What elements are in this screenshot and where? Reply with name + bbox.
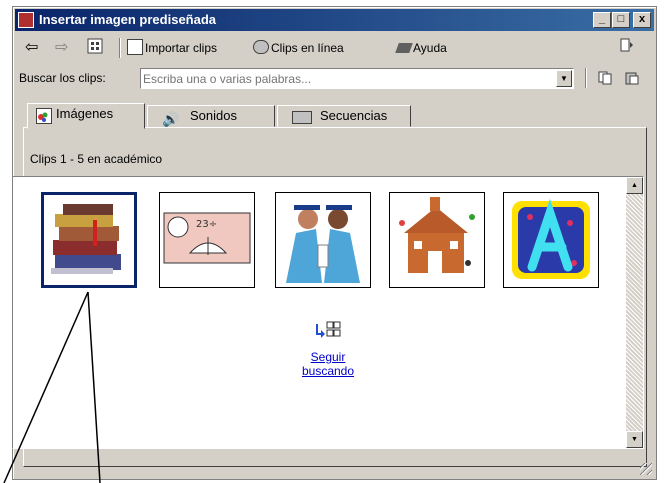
clip-thumbnail[interactable] <box>41 192 137 288</box>
online-clips-label: Clips en línea <box>271 41 344 55</box>
tab-label: Imágenes <box>56 106 114 121</box>
video-icon <box>292 111 312 124</box>
keep-searching-line2[interactable]: buscando <box>293 364 363 378</box>
all-categories-icon[interactable] <box>87 38 103 58</box>
paste-icon[interactable] <box>625 71 639 88</box>
import-clips-icon <box>127 39 143 55</box>
tab-imagenes[interactable]: Imágenes <box>27 103 145 129</box>
sounds-icon: 🔊 <box>162 111 180 127</box>
search-toolbar: Buscar los clips: ▼ <box>15 65 654 91</box>
tab-label: Secuencias <box>320 108 388 123</box>
online-clips-icon <box>253 40 269 54</box>
schoolhouse-image <box>399 197 475 273</box>
clip-thumbnail[interactable] <box>275 192 371 288</box>
forward-arrow-icon[interactable]: ⇨ <box>55 38 68 58</box>
tab-sonidos[interactable]: 🔊 Sonidos <box>147 105 275 127</box>
import-clips-label: Importar clips <box>145 41 218 55</box>
clipart-app-icon <box>18 12 34 28</box>
back-arrow-icon[interactable]: ⇦ <box>25 38 38 58</box>
scroll-up-icon[interactable]: ▲ <box>626 177 643 194</box>
svg-text:23÷: 23÷ <box>196 219 217 230</box>
keep-searching-icon <box>293 320 363 350</box>
close-button[interactable]: x <box>633 12 651 28</box>
resize-grip-icon[interactable] <box>640 463 652 475</box>
search-combobox[interactable]: ▼ <box>140 68 574 89</box>
letter-a-image <box>512 198 590 279</box>
search-label: Buscar los clips: <box>19 71 106 85</box>
tab-secuencias[interactable]: Secuencias <box>277 105 411 127</box>
help-icon <box>395 43 413 53</box>
help-label: Ayuda <box>413 41 447 55</box>
tab-label: Sonidos <box>190 108 237 123</box>
toolbar-separator <box>585 68 587 88</box>
window-title: Insertar imagen prediseñada <box>39 12 217 27</box>
pane-toggle-icon[interactable] <box>620 38 634 58</box>
keep-searching-line1[interactable]: Seguir <box>293 350 363 364</box>
books-image <box>51 204 121 274</box>
toolbar-separator <box>119 38 121 58</box>
help-button[interactable]: Ayuda <box>395 38 447 58</box>
results-header: Clips 1 - 5 en académico <box>30 152 163 166</box>
search-input[interactable] <box>143 71 543 86</box>
main-toolbar: ⇦ ⇨ Importar clips Clips en línea Ayuda <box>15 34 654 62</box>
keep-searching-link[interactable]: Seguir buscando <box>293 320 363 378</box>
online-clips-button[interactable]: Clips en línea <box>253 38 344 58</box>
pictures-icon <box>36 108 52 124</box>
clip-thumbnail[interactable] <box>389 192 485 288</box>
chevron-down-icon[interactable]: ▼ <box>556 70 572 87</box>
study-image: 23÷ <box>163 212 251 264</box>
clip-thumbnail[interactable]: 23÷ <box>159 192 255 288</box>
scroll-down-icon[interactable]: ▼ <box>626 431 643 448</box>
maximize-button[interactable]: □ <box>612 12 630 28</box>
clip-thumbnail[interactable] <box>503 192 599 288</box>
title-bar[interactable]: Insertar imagen prediseñada _ □ x <box>15 9 654 31</box>
graduates-image <box>286 205 360 283</box>
results-listbox: 23÷ Seguir buscando ▲ ▼ <box>12 176 644 449</box>
minimize-button[interactable]: _ <box>593 12 611 28</box>
vertical-scrollbar[interactable]: ▲ ▼ <box>626 177 643 448</box>
copy-icon[interactable] <box>598 71 612 88</box>
import-clips-button[interactable]: Importar clips <box>127 38 217 58</box>
